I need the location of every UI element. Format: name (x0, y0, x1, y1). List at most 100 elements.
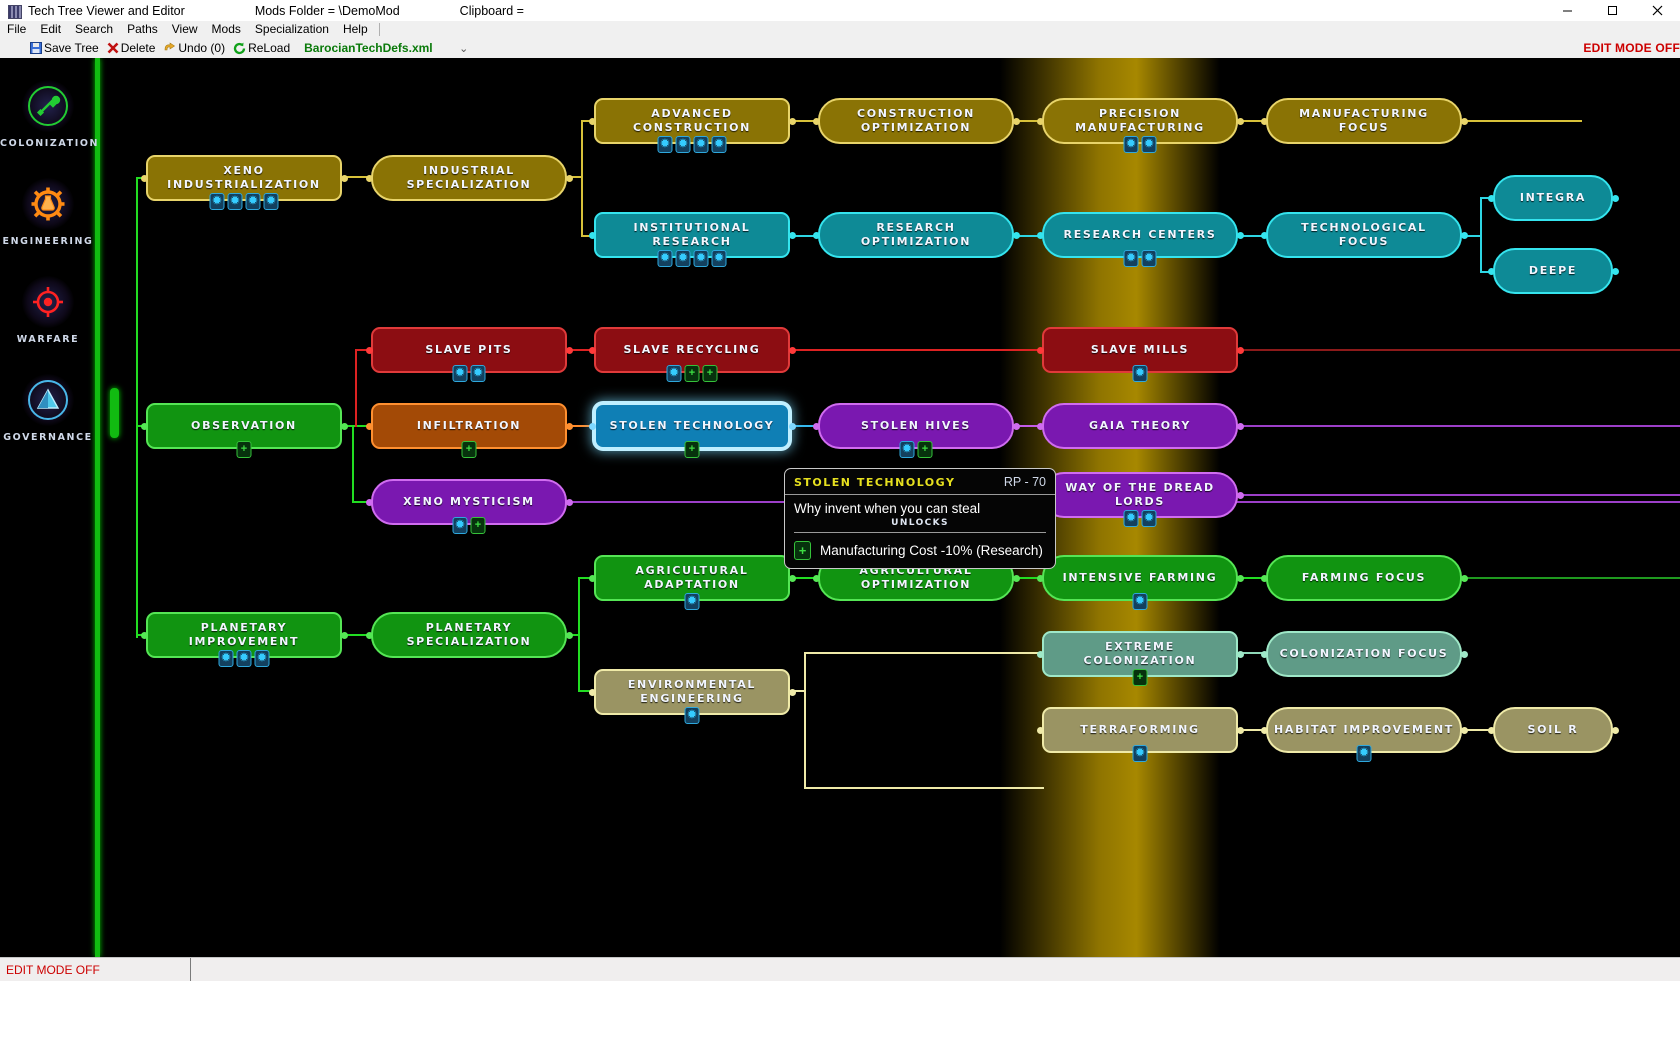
tech-badge-icon[interactable]: ✹ (1123, 250, 1139, 267)
tech-node-badges: ✹ ✹ (1123, 510, 1157, 527)
menu-item-paths[interactable]: Paths (120, 21, 165, 38)
sidebar-item-warfare[interactable]: Warfare (0, 276, 96, 345)
tech-badge-icon[interactable]: ✹ (1132, 745, 1148, 762)
undo-button[interactable]: Undo (0) (163, 41, 225, 55)
tech-badge-icon[interactable]: ✹ (657, 136, 673, 153)
save-tree-button[interactable]: Save Tree (30, 41, 99, 55)
tech-node-construction-optimization[interactable]: Construction Optimization (818, 98, 1014, 144)
tech-badge-icon[interactable]: ✹ (684, 707, 700, 724)
tech-node-badges: ✹ (1356, 745, 1372, 762)
tech-node-deeper-x[interactable]: Deepe (1493, 248, 1613, 294)
tech-node-farming-focus[interactable]: Farming Focus (1266, 555, 1462, 601)
connector-dot (1012, 117, 1020, 125)
tech-badge-icon[interactable]: ✹ (1123, 510, 1139, 527)
tech-node-gaia-theory[interactable]: Gaia Theory (1042, 403, 1238, 449)
plus-badge-icon[interactable]: + (702, 365, 718, 382)
sidebar-item-engineering[interactable]: Engineering (0, 178, 96, 247)
tech-badge-icon[interactable]: ✹ (899, 441, 915, 458)
tech-badge-icon[interactable]: ✹ (263, 193, 279, 210)
plus-badge-icon[interactable]: + (1132, 669, 1148, 686)
sidebar-item-label: Engineering (2, 236, 94, 247)
tech-tree-canvas[interactable]: Colonization (0, 58, 1680, 957)
plus-badge-icon[interactable]: + (917, 441, 933, 458)
tech-badge-icon[interactable]: ✹ (711, 250, 727, 267)
tech-badge-icon[interactable]: ✹ (452, 365, 468, 382)
plus-badge-icon[interactable]: + (684, 441, 700, 458)
tech-badge-icon[interactable]: ✹ (227, 193, 243, 210)
close-button[interactable] (1635, 0, 1680, 21)
tech-badge-icon[interactable]: ✹ (209, 193, 225, 210)
tech-badge-icon[interactable]: ✹ (218, 650, 234, 667)
loaded-file-name[interactable]: BarocianTechDefs.xml (304, 41, 433, 55)
tech-badge-icon[interactable]: ✹ (675, 136, 691, 153)
tech-badge-icon[interactable]: ✹ (684, 593, 700, 610)
menu-item-specialization[interactable]: Specialization (248, 21, 336, 38)
connector-dot (788, 231, 796, 239)
tech-badge-icon[interactable]: ✹ (693, 136, 709, 153)
tech-badge-icon[interactable]: ✹ (1141, 250, 1157, 267)
plus-badge-icon[interactable]: + (236, 441, 252, 458)
tech-node-research-optimization[interactable]: Research Optimization (818, 212, 1014, 258)
menu-item-help[interactable]: Help (336, 21, 375, 38)
connector-green (136, 178, 138, 638)
menu-item-file[interactable]: File (0, 21, 33, 38)
tech-node-technological-focus[interactable]: Technological Focus (1266, 212, 1462, 258)
tech-node-colonization-focus[interactable]: Colonization Focus (1266, 631, 1462, 677)
menu-item-view[interactable]: View (165, 21, 205, 38)
tech-node-industrial-specialization[interactable]: Industrial Specialization (371, 155, 567, 201)
connector-dot (1012, 422, 1020, 430)
menu-item-search[interactable]: Search (68, 21, 120, 38)
tech-badge-icon[interactable]: ✹ (1141, 136, 1157, 153)
tech-badge-icon[interactable]: ✹ (1356, 745, 1372, 762)
maximize-button[interactable] (1590, 0, 1635, 21)
tech-badge-icon[interactable]: ✹ (1141, 510, 1157, 527)
tech-node-label: Intensive Farming (1062, 571, 1218, 584)
tech-node-integrated-x[interactable]: Integra (1493, 175, 1613, 221)
plus-badge-icon[interactable]: + (684, 365, 700, 382)
connector-dot (1260, 231, 1268, 239)
tech-badge-icon[interactable]: ✹ (452, 517, 468, 534)
tech-badge-icon[interactable]: ✹ (236, 650, 252, 667)
plus-badge-icon[interactable]: + (470, 517, 486, 534)
menu-item-edit[interactable]: Edit (33, 21, 68, 38)
tech-badge-icon[interactable]: ✹ (470, 365, 486, 382)
tech-node-label: Xeno Industrialization (167, 164, 321, 191)
tech-node-badges: ✹ ✹ ✹ (218, 650, 270, 667)
tech-node-badges: ✹ ✹ (1123, 136, 1157, 153)
tech-node-label: Technological Focus (1301, 221, 1427, 248)
delete-button[interactable]: Delete (107, 41, 155, 55)
tech-node-label: Agricultural Adaptation (635, 564, 749, 591)
connector-purple (1238, 425, 1680, 427)
tech-node-soil-r[interactable]: Soil R (1493, 707, 1613, 753)
tech-badge-icon[interactable]: ✹ (1132, 593, 1148, 610)
chevron-down-icon[interactable]: ⌄ (459, 42, 468, 55)
tech-node-label: Stolen Hives (861, 419, 971, 432)
tech-badge-icon[interactable]: ✹ (657, 250, 673, 267)
sidebar-item-colonization[interactable]: Colonization (0, 80, 97, 149)
warfare-icon (22, 276, 74, 328)
sidebar-item-governance[interactable]: Governance (0, 374, 96, 443)
connector-dot (1460, 231, 1468, 239)
sidebar-item-label: Governance (3, 432, 93, 443)
governance-icon (22, 374, 74, 426)
sidebar-item-label: Warfare (16, 334, 80, 345)
tech-node-manufacturing-focus[interactable]: Manufacturing Focus (1266, 98, 1462, 144)
minimize-button[interactable] (1545, 0, 1590, 21)
tech-badge-icon[interactable]: ✹ (666, 365, 682, 382)
tech-node-planetary-specialization[interactable]: Planetary Specialization (371, 612, 567, 658)
tech-badge-icon[interactable]: ✹ (254, 650, 270, 667)
connector-dot (565, 422, 573, 430)
plus-badge-icon[interactable]: + (461, 441, 477, 458)
connector-dot (140, 174, 148, 182)
menu-item-mods[interactable]: Mods (205, 21, 248, 38)
reload-button[interactable]: ReLoad (233, 41, 290, 55)
tech-badge-icon[interactable]: ✹ (1132, 365, 1148, 382)
tech-badge-icon[interactable]: ✹ (245, 193, 261, 210)
tech-badge-icon[interactable]: ✹ (711, 136, 727, 153)
tooltip-description: Why invent when you can steal (794, 501, 981, 516)
tech-node-label: Advanced Construction (632, 107, 752, 134)
tech-badge-icon[interactable]: ✹ (675, 250, 691, 267)
tech-badge-icon[interactable]: ✹ (1123, 136, 1139, 153)
tech-badge-icon[interactable]: ✹ (693, 250, 709, 267)
tech-node-label: Terraforming (1080, 723, 1200, 736)
